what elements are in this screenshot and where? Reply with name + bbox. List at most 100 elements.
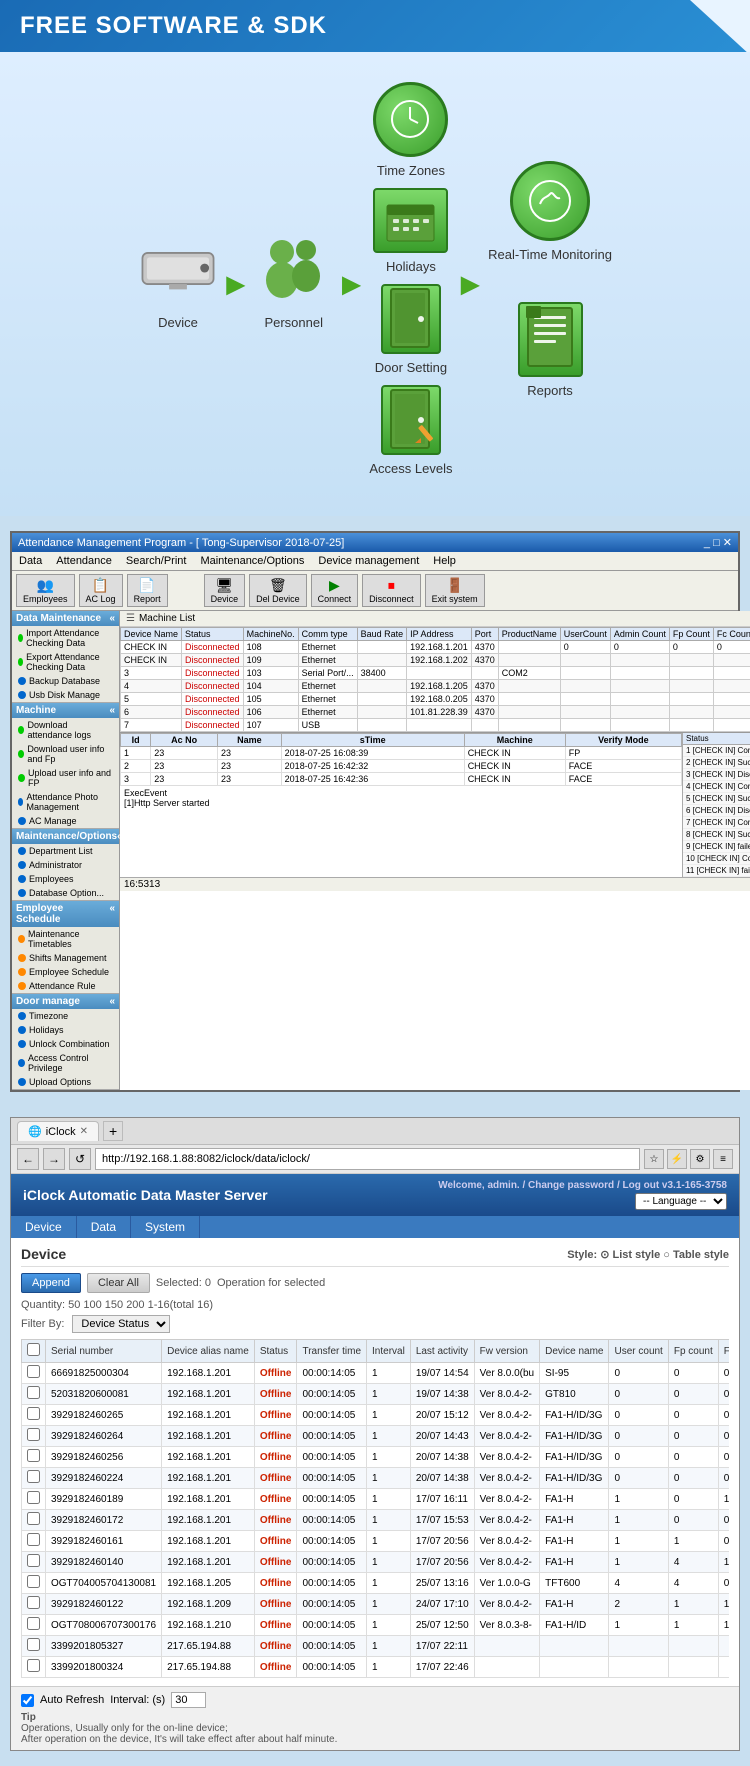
row-checkbox[interactable] <box>27 1407 40 1420</box>
row-checkbox[interactable] <box>27 1617 40 1630</box>
th-face: Face count <box>718 1340 729 1363</box>
sidebar-section-schedule: Employee Schedule « Maintenance Timetabl… <box>12 901 119 994</box>
event-item: 2 [CHECK IN] Succeed in conn 16:08:41 07… <box>683 757 750 769</box>
table-row: 3929182460161192.168.1.201Offline00:00:1… <box>22 1531 730 1552</box>
table-row: OGT704005704130081192.168.1.205Offline00… <box>22 1573 730 1594</box>
nav-system[interactable]: System <box>131 1216 200 1238</box>
sidebar-item-timezone[interactable]: Timezone <box>12 1009 119 1023</box>
table-row: 66691825000304192.168.1.201Offline00:00:… <box>22 1363 730 1384</box>
event-item: 10 [CHECK IN] Connecting with 16:44:10 0… <box>683 853 750 865</box>
row-checkbox[interactable] <box>27 1596 40 1609</box>
tab-close-btn[interactable]: ✕ <box>80 1126 88 1137</box>
timezone-icon <box>373 82 448 157</box>
btn-exit[interactable]: 🚪 Exit system <box>425 574 485 607</box>
col-admin-count: Admin Count <box>610 628 669 641</box>
filter-select[interactable]: Device Status <box>72 1315 170 1333</box>
forward-btn[interactable]: → <box>43 1148 65 1170</box>
select-all-checkbox[interactable] <box>27 1343 40 1356</box>
sidebar-item-timetable[interactable]: Maintenance Timetables <box>12 927 119 951</box>
browser-tab[interactable]: 🌐 iClock ✕ <box>17 1121 99 1141</box>
sidebar-item-usb[interactable]: Usb Disk Manage <box>12 688 119 702</box>
th-device-name: Device name <box>540 1340 609 1363</box>
plug-icon[interactable]: ⚡ <box>667 1149 687 1169</box>
realtime-label: Real-Time Monitoring <box>488 247 612 262</box>
event-item: 8 [CHECK IN] Succeed in conn 16:42:03 07… <box>683 829 750 841</box>
sidebar-item-upload-opts[interactable]: Upload Options <box>12 1075 119 1089</box>
auto-refresh-checkbox[interactable] <box>21 1694 34 1707</box>
interval-input[interactable] <box>171 1692 206 1708</box>
web-table-container[interactable]: Serial number Device alias name Status T… <box>21 1339 729 1678</box>
btn-disconnect[interactable]: ⏹ Disconnect <box>362 574 421 607</box>
tip-label: Tip <box>21 1712 36 1723</box>
ams-menu-search[interactable]: Search/Print <box>123 554 190 568</box>
machine-list-header: ☰ Machine List <box>120 611 750 627</box>
btn-del-device[interactable]: 🗑 Del Device <box>249 574 307 607</box>
tab-report[interactable]: 📄 Report <box>127 574 168 607</box>
language-dropdown[interactable]: -- Language -- <box>635 1193 727 1210</box>
settings-icon[interactable]: ⚙ <box>690 1149 710 1169</box>
sidebar-header-maintenance: Maintenance/Options « <box>12 829 119 844</box>
clear-btn[interactable]: Clear All <box>87 1273 150 1293</box>
nav-device[interactable]: Device <box>11 1216 77 1238</box>
row-checkbox[interactable] <box>27 1365 40 1378</box>
sidebar-item-download-user[interactable]: Download user info and Fp <box>12 742 119 766</box>
right-features-column: Real-Time Monitoring Reports <box>488 161 612 398</box>
back-btn[interactable]: ← <box>17 1148 39 1170</box>
sidebar-item-emp-schedule[interactable]: Employee Schedule <box>12 965 119 979</box>
sidebar-item-ac[interactable]: AC Manage <box>12 814 119 828</box>
tab-ac-log[interactable]: 📋 AC Log <box>79 574 123 607</box>
row-checkbox[interactable] <box>27 1470 40 1483</box>
row-checkbox[interactable] <box>27 1512 40 1525</box>
sidebar-item-dept[interactable]: Department List <box>12 844 119 858</box>
sidebar-item-import[interactable]: Import Attendance Checking Data <box>12 626 119 650</box>
new-tab-btn[interactable]: + <box>103 1121 123 1141</box>
dot-icon <box>18 691 26 699</box>
access-icon <box>381 385 441 455</box>
row-checkbox[interactable] <box>27 1659 40 1672</box>
row-checkbox[interactable] <box>27 1638 40 1651</box>
row-checkbox[interactable] <box>27 1449 40 1462</box>
ams-menu-data[interactable]: Data <box>16 554 45 568</box>
sidebar-item-employees[interactable]: Employees <box>12 872 119 886</box>
sidebar-item-unlock[interactable]: Unlock Combination <box>12 1037 119 1051</box>
table-row: 3399201805327217.65.194.88Offline00:00:1… <box>22 1636 730 1657</box>
sidebar-item-upload-user[interactable]: Upload user info and FP <box>12 766 119 790</box>
personnel-icon <box>254 229 334 309</box>
append-btn[interactable]: Append <box>21 1273 81 1293</box>
star-icon[interactable]: ☆ <box>644 1149 664 1169</box>
btn-connect[interactable]: ▶ Connect <box>311 574 359 607</box>
row-checkbox[interactable] <box>27 1575 40 1588</box>
sidebar-item-photo[interactable]: Attendance Photo Management <box>12 790 119 814</box>
sidebar-item-db[interactable]: Database Option... <box>12 886 119 900</box>
row-checkbox[interactable] <box>27 1428 40 1441</box>
ams-menu-attendance[interactable]: Attendance <box>53 554 115 568</box>
device-table-container[interactable]: Device Name Status MachineNo. Comm type … <box>120 627 750 732</box>
web-toolbar: Append Clear All Selected: 0 Operation f… <box>21 1273 729 1293</box>
tab-employees[interactable]: 👥 Employees <box>16 574 75 607</box>
event-header: Status Time <box>683 733 750 745</box>
web-content: Device Style: ⊙ List style ○ Table style… <box>11 1238 739 1686</box>
row-checkbox[interactable] <box>27 1533 40 1546</box>
status-time: 16:5313 <box>124 879 160 890</box>
sidebar-item-holidays[interactable]: Holidays <box>12 1023 119 1037</box>
btn-device[interactable]: 🖥 Device <box>204 574 246 607</box>
sidebar-item-export[interactable]: Export Attendance Checking Data <box>12 650 119 674</box>
row-checkbox[interactable] <box>27 1491 40 1504</box>
url-bar[interactable] <box>95 1148 640 1170</box>
realtime-icon <box>510 161 590 241</box>
sidebar-item-backup[interactable]: Backup Database <box>12 674 119 688</box>
sidebar-item-access-priv[interactable]: Access Control Privilege <box>12 1051 119 1075</box>
sidebar-item-download-logs[interactable]: Download attendance logs <box>12 718 119 742</box>
refresh-btn[interactable]: ↺ <box>69 1148 91 1170</box>
nav-data[interactable]: Data <box>77 1216 131 1238</box>
row-checkbox[interactable] <box>27 1554 40 1567</box>
ams-menu-help[interactable]: Help <box>430 554 459 568</box>
row-checkbox[interactable] <box>27 1386 40 1399</box>
sidebar-item-shifts[interactable]: Shifts Management <box>12 951 119 965</box>
web-app-header: iClock Automatic Data Master Server Welc… <box>11 1174 739 1216</box>
menu-icon[interactable]: ≡ <box>713 1149 733 1169</box>
ams-menu-device[interactable]: Device management <box>315 554 422 568</box>
ams-menu-maintenance[interactable]: Maintenance/Options <box>197 554 307 568</box>
sidebar-item-att-rule[interactable]: Attendance Rule <box>12 979 119 993</box>
sidebar-item-admin[interactable]: Administrator <box>12 858 119 872</box>
